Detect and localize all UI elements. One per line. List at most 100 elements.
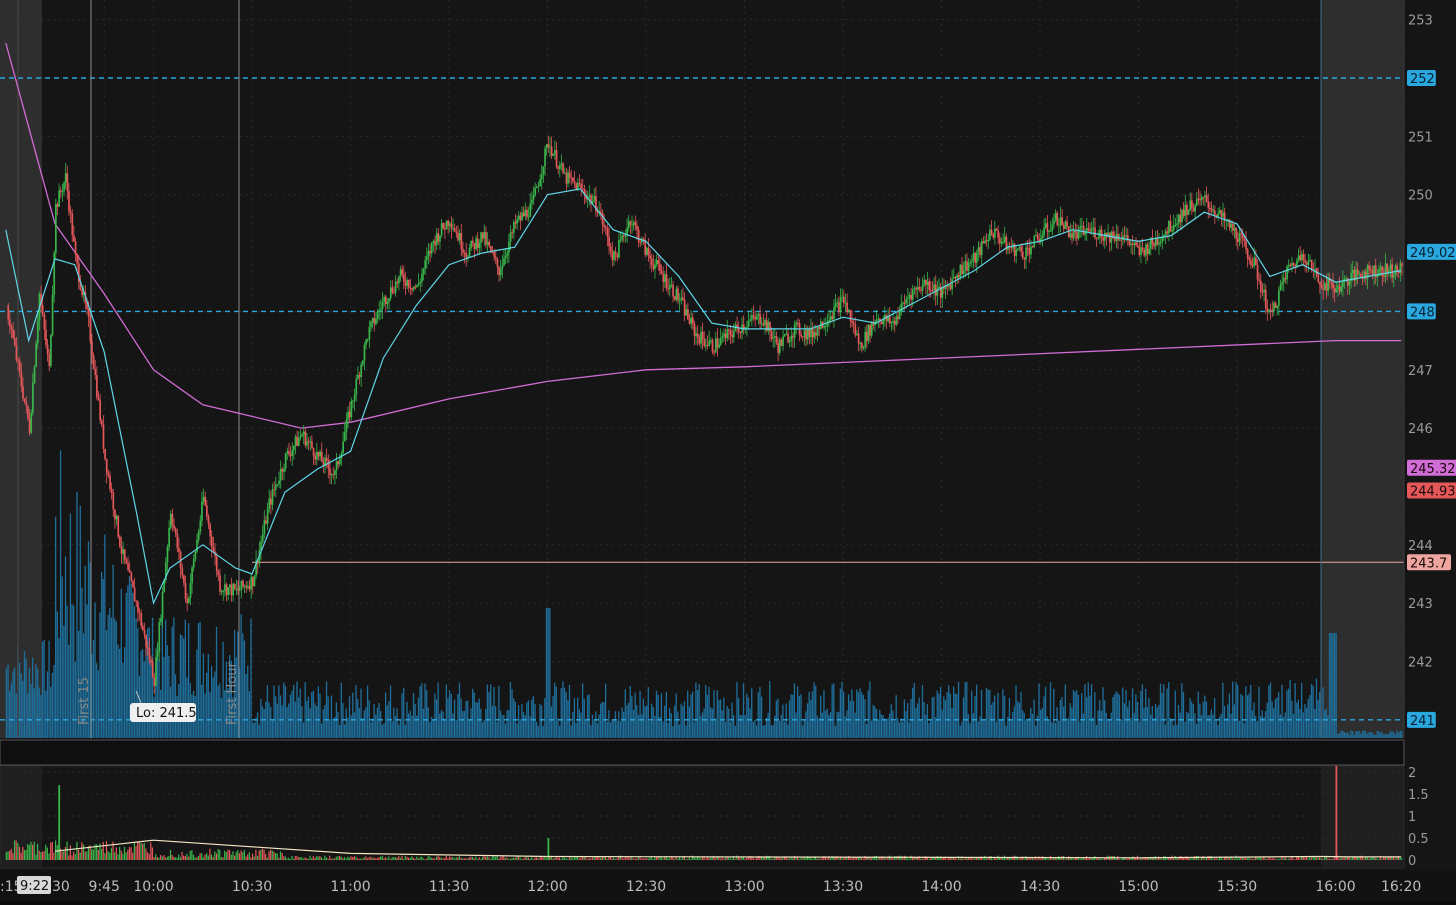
- candle-body: [453, 228, 456, 232]
- volume-bar: [621, 707, 623, 738]
- price-chart[interactable]: 253251250247246244243242252249.02248245.…: [0, 0, 1456, 901]
- relvol-bar: [1104, 858, 1106, 860]
- volume-bar: [206, 672, 208, 738]
- relvol-bar: [91, 848, 93, 860]
- relvol-bar: [399, 857, 401, 860]
- volume-bar: [660, 693, 663, 738]
- volume-bar: [537, 725, 539, 738]
- volume-bar: [1118, 694, 1121, 738]
- candle-body: [1356, 269, 1359, 275]
- volume-bar: [1117, 692, 1119, 738]
- candle-body: [215, 556, 218, 572]
- relvol-bar: [394, 857, 397, 860]
- time-axis[interactable]: 9:45 10:00 10:30 11:00 11:30 12:00 12:30 13:00 1…: [0, 870, 1456, 901]
- candle-body: [406, 280, 409, 286]
- relvol-bar: [247, 854, 249, 860]
- volume-bar: [1345, 732, 1347, 738]
- volume-bar: [869, 681, 871, 738]
- relvol-bar: [861, 857, 863, 860]
- relvol-bar: [975, 857, 978, 860]
- relvol-bar: [458, 856, 461, 860]
- relvol-bar: [1005, 858, 1007, 860]
- volume-bar: [455, 720, 457, 738]
- candle-body: [380, 308, 382, 311]
- candle-body: [7, 305, 10, 320]
- volume-bar: [297, 697, 300, 738]
- candle-body: [839, 297, 842, 313]
- volume-bar: [1082, 713, 1084, 738]
- candle-body: [435, 233, 438, 246]
- volume-bar: [954, 693, 956, 738]
- relvol-bar: [606, 858, 608, 860]
- volume-bar: [875, 708, 878, 738]
- candle-body: [1064, 221, 1067, 229]
- volume-bar: [859, 688, 861, 738]
- relvol-bar: [1021, 856, 1024, 860]
- volume-bar: [463, 710, 466, 738]
- volume-bar: [460, 698, 462, 738]
- relvol-bar: [1327, 858, 1329, 860]
- volume-bar: [483, 719, 485, 738]
- candle-body: [627, 221, 630, 228]
- relvol-bar: [652, 859, 654, 860]
- candle-body: [444, 228, 446, 230]
- price-tick-label: 247: [1408, 364, 1433, 379]
- candle-body: [220, 591, 223, 593]
- relvol-bar: [1287, 858, 1290, 860]
- relvol-bar: [1346, 857, 1349, 860]
- volume-bar: [836, 711, 838, 738]
- candle-body: [517, 215, 520, 220]
- candle-body: [925, 279, 927, 285]
- relvol-bar: [864, 855, 866, 860]
- relvol-bar: [109, 852, 111, 860]
- volume-bar: [887, 718, 889, 738]
- relvol-bar: [575, 856, 577, 860]
- relvol-bar: [1140, 858, 1142, 860]
- volume-bar: [1020, 691, 1022, 738]
- candle-body: [969, 261, 972, 264]
- candle-body: [99, 399, 102, 421]
- relvol-bar: [818, 858, 820, 860]
- candle-body: [64, 173, 67, 183]
- volume-bar: [611, 719, 613, 738]
- candle-body: [1010, 247, 1013, 249]
- candle-body: [455, 231, 458, 233]
- volume-bar: [755, 725, 758, 738]
- relvol-bar: [187, 856, 190, 860]
- volume-bar: [893, 721, 896, 738]
- relvol-bar: [363, 857, 365, 860]
- relvol-bar: [73, 851, 75, 860]
- volume-bar: [1058, 720, 1060, 738]
- relvol-bar: [1069, 858, 1071, 860]
- candle-body: [276, 483, 279, 485]
- candle-body: [865, 331, 868, 342]
- candle-body: [447, 220, 450, 226]
- volume-bar: [798, 696, 800, 738]
- relvol-bar: [69, 845, 71, 860]
- candle-body: [317, 451, 320, 457]
- relvol-bar: [189, 850, 191, 860]
- volume-bar: [1031, 713, 1034, 738]
- candle-body: [173, 524, 175, 529]
- candle-body: [1002, 241, 1004, 243]
- volume-bar: [521, 704, 523, 738]
- candle-body: [43, 314, 46, 330]
- candle-body: [957, 275, 960, 278]
- volume-bar: [1340, 730, 1342, 738]
- candle-body: [307, 441, 310, 443]
- volume-bar: [117, 644, 119, 738]
- candle-body: [588, 195, 591, 197]
- relvol-bar: [885, 858, 887, 860]
- candle-body: [769, 322, 771, 332]
- volume-bar: [219, 683, 221, 738]
- candle-body: [764, 320, 766, 326]
- candle-body: [335, 461, 338, 471]
- relvol-bar: [273, 851, 275, 860]
- volume-bar: [168, 655, 170, 738]
- candle-body: [1271, 309, 1274, 312]
- volume-bar: [302, 722, 305, 738]
- relvol-bar: [501, 856, 503, 860]
- candle-body: [660, 271, 663, 275]
- volume-bar: [411, 715, 413, 738]
- time-tick-label: 10:30: [232, 879, 272, 895]
